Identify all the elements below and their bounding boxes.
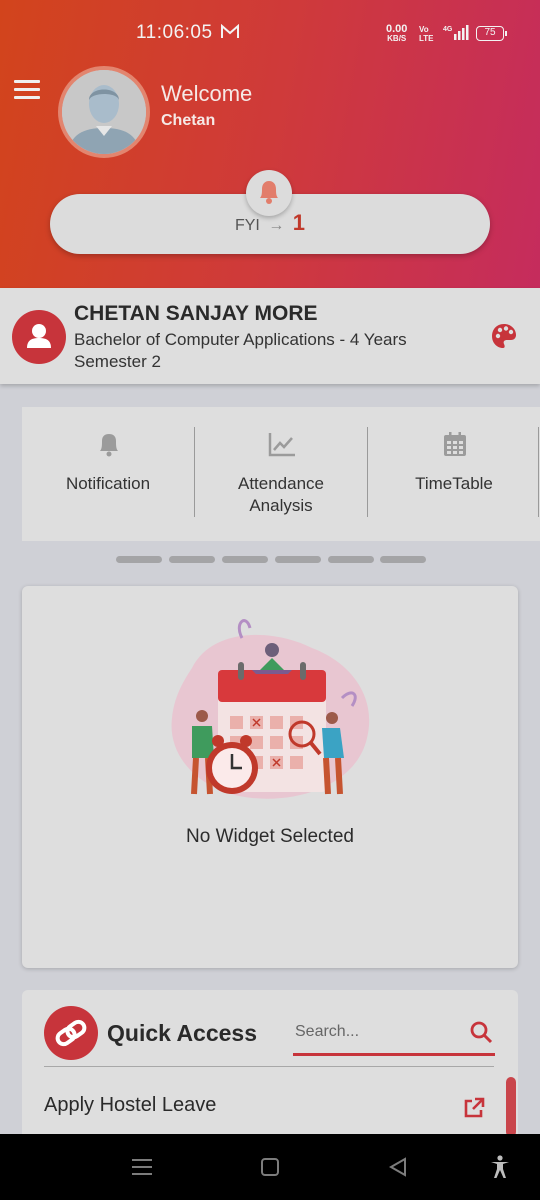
student-avatar	[12, 310, 66, 364]
volte-bottom: LTE	[419, 34, 434, 43]
search-input[interactable]	[295, 1020, 455, 1044]
tile-label: Notification	[65, 474, 151, 493]
back-triangle-icon[interactable]	[384, 1154, 412, 1180]
system-nav-bar	[0, 1134, 540, 1200]
calendar-illustration	[171, 619, 370, 799]
mail-icon	[220, 23, 240, 45]
carousel-dot[interactable]	[328, 556, 374, 563]
calendar-icon	[444, 432, 466, 456]
tile-timetable[interactable]: TimeTable	[368, 407, 540, 541]
chart-line-icon	[268, 433, 295, 457]
tile-divider	[538, 427, 539, 517]
network-speed-unit: KB/S	[387, 34, 407, 43]
tile-attendance-analysis[interactable]: Attendance Analysis	[195, 407, 367, 541]
no-widget-message: No Widget Selected	[186, 826, 354, 847]
fyi-count: 1	[292, 210, 306, 235]
tile-label: Attendance Analysis	[237, 474, 324, 515]
carousel-dot[interactable]	[275, 556, 321, 563]
battery-icon: 75	[476, 26, 507, 41]
palette-icon[interactable]	[490, 322, 518, 350]
carousel-dot[interactable]	[222, 556, 268, 563]
network-speed: 0.00 KB/S	[386, 24, 407, 44]
signal-icon: 4G	[443, 24, 469, 47]
home-square-icon[interactable]	[256, 1154, 284, 1180]
student-semester: Semester 2	[74, 352, 161, 371]
shortcut-tiles: Notification Attendance Analysis TimeTab…	[22, 407, 540, 541]
carousel-dot[interactable]	[169, 556, 215, 563]
volte-top: Vo	[419, 25, 429, 34]
user-silhouette-icon	[62, 70, 146, 154]
app-screen: 11:06:05 0.00 KB/S Vo LTE 4G 75 Welcome …	[0, 0, 540, 1200]
bell-icon	[100, 434, 118, 457]
student-course: Bachelor of Computer Applications - 4 Ye…	[74, 330, 407, 349]
person-icon	[27, 324, 51, 348]
bell-icon	[260, 181, 278, 204]
tile-label: TimeTable	[415, 474, 493, 493]
carousel-dot[interactable]	[380, 556, 426, 563]
accessibility-icon[interactable]	[486, 1154, 514, 1180]
network-speed-value: 0.00	[386, 23, 408, 35]
search-icon[interactable]	[469, 1020, 493, 1044]
quick-access-search	[293, 1012, 495, 1056]
link-icon	[44, 1006, 98, 1060]
student-info-card: CHETAN SANJAY MORE Bachelor of Computer …	[0, 288, 540, 384]
volte-indicator: Vo LTE	[419, 25, 434, 43]
arrow-right-icon: →	[268, 217, 285, 234]
profile-avatar[interactable]	[58, 66, 150, 158]
divider	[44, 1066, 494, 1067]
battery-level: 75	[484, 27, 496, 38]
welcome-text: Welcome	[161, 81, 253, 106]
recents-menu-icon[interactable]	[128, 1154, 156, 1180]
widget-card: No Widget Selected	[22, 586, 518, 968]
student-name: CHETAN SANJAY MORE	[74, 302, 318, 325]
status-time: 11:06:05	[136, 22, 213, 43]
external-link-icon[interactable]	[462, 1096, 486, 1120]
header: 11:06:05 0.00 KB/S Vo LTE 4G 75 Welcome …	[0, 0, 540, 288]
fyi-label: FYI	[234, 217, 260, 234]
network-type-label: 4G	[443, 26, 453, 33]
quick-access-card: Quick Access Apply Hostel Leave	[22, 990, 518, 1150]
status-bar: 11:06:05 0.00 KB/S Vo LTE 4G 75	[0, 0, 540, 54]
user-first-name: Chetan	[161, 112, 216, 129]
quick-access-item[interactable]: Apply Hostel Leave	[44, 1094, 216, 1117]
fyi-bell-button[interactable]	[246, 170, 292, 216]
quick-access-title: Quick Access	[107, 1020, 258, 1046]
tile-notification[interactable]: Notification	[22, 407, 194, 541]
carousel-dot[interactable]	[116, 556, 162, 563]
hamburger-menu-icon[interactable]	[14, 80, 40, 100]
scrollbar-thumb[interactable]	[506, 1077, 516, 1137]
